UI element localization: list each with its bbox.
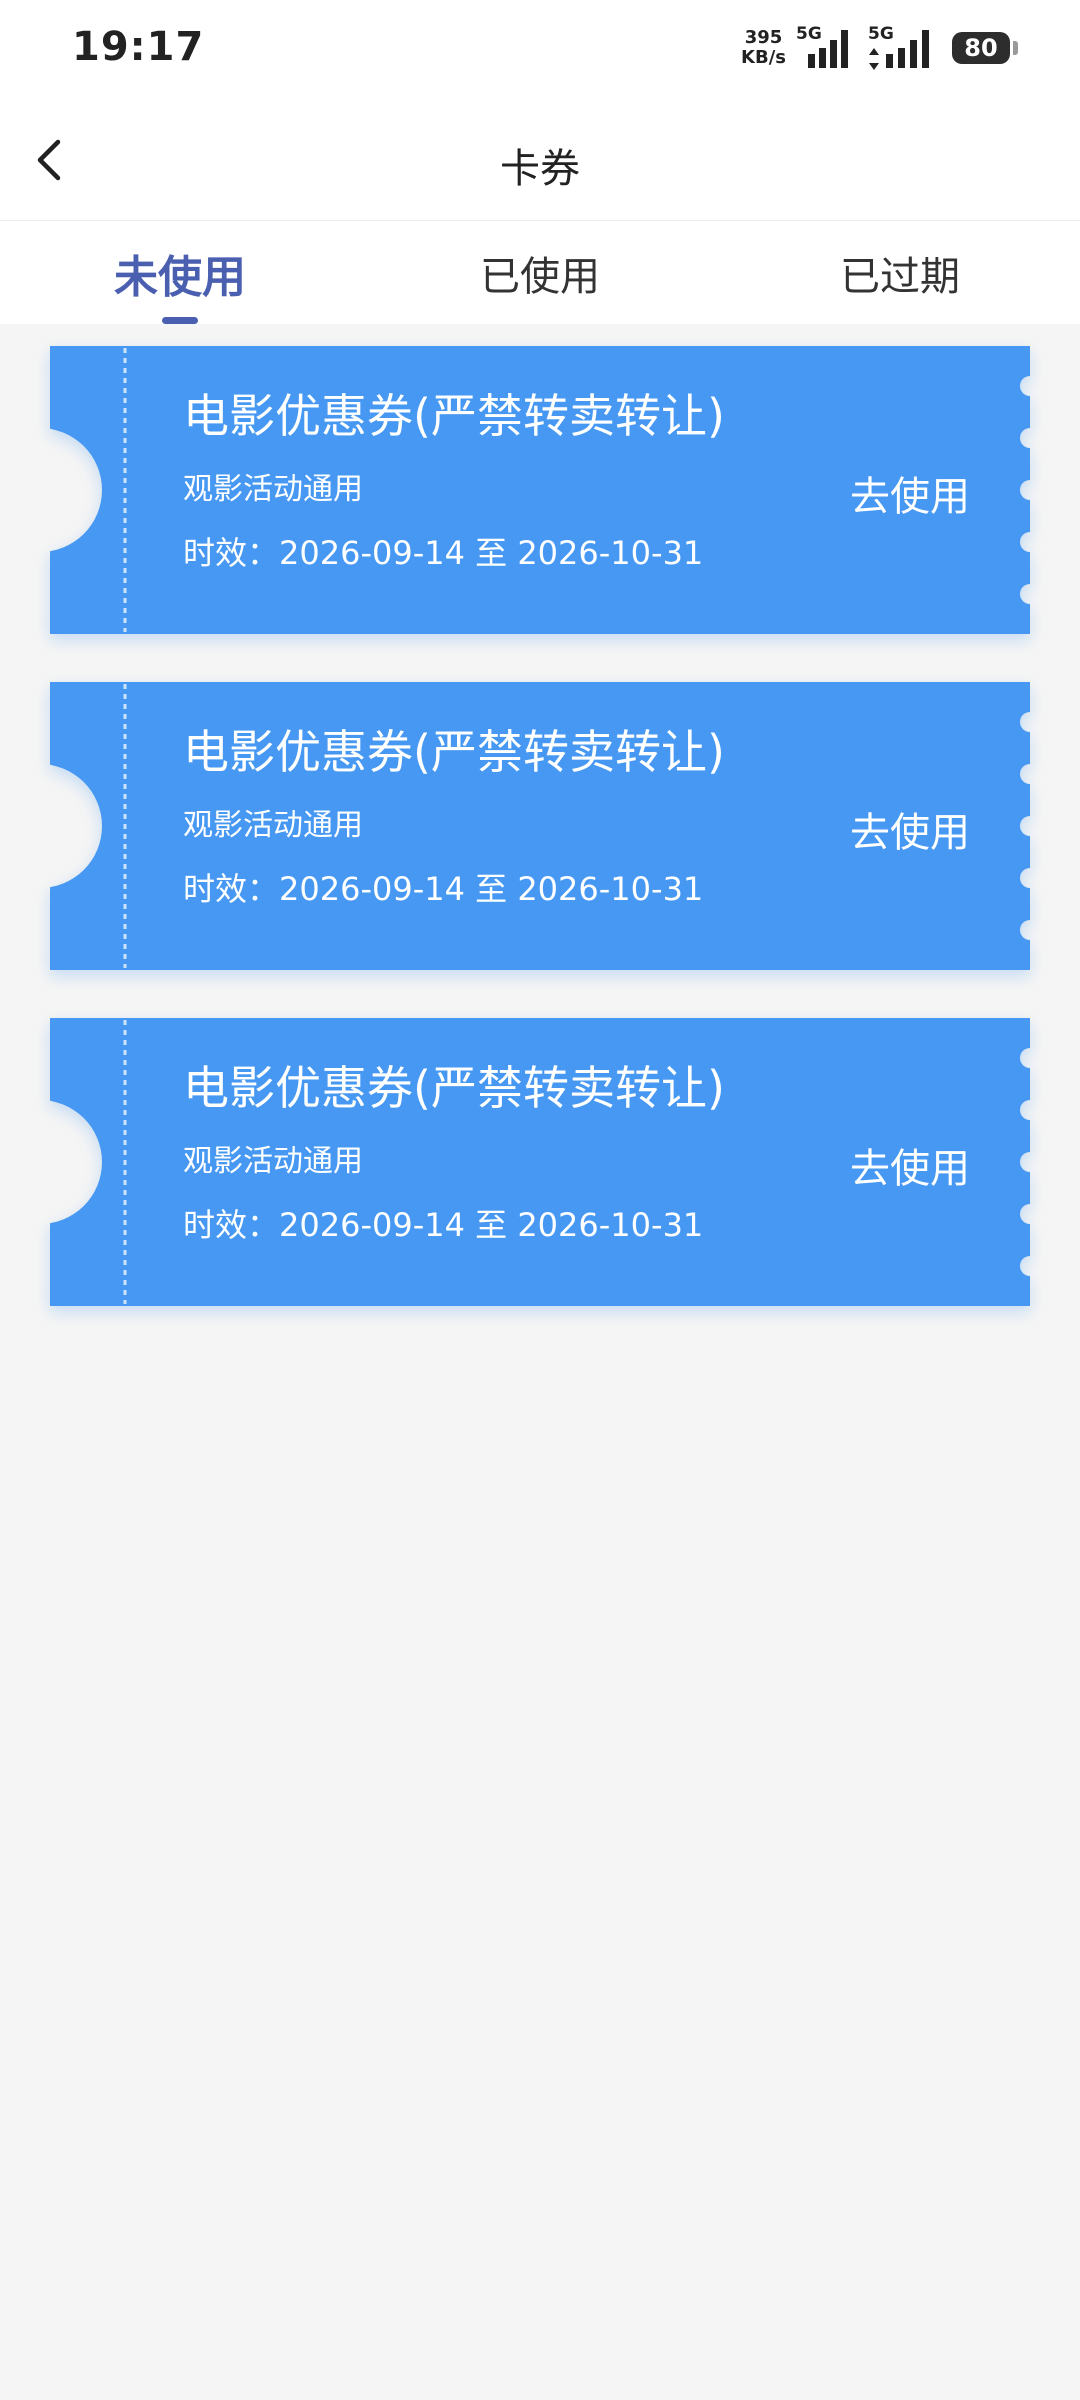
coupon-card[interactable]: 电影优惠券(严禁转卖转让) 观影活动通用 时效：2026-09-14 至 202… (50, 682, 1030, 970)
signal-strength-icon (886, 30, 929, 68)
active-tab-indicator (162, 317, 198, 324)
coupon-title: 电影优惠券(严禁转卖转让) (183, 1061, 725, 1115)
tab-label: 已使用 (480, 253, 600, 300)
page-title: 卡券 (500, 146, 580, 192)
coupon-card[interactable]: 电影优惠券(严禁转卖转让) 观影活动通用 时效：2026-09-14 至 202… (50, 346, 1030, 634)
network-speed-unit: KB/s (741, 47, 786, 68)
tab-expired[interactable]: 已过期 (720, 221, 1080, 324)
coupon-title: 电影优惠券(严禁转卖转让) (183, 389, 725, 443)
coupon-validity: 时效：2026-09-14 至 2026-10-31 (183, 870, 704, 908)
coupon-description: 观影活动通用 (183, 808, 363, 843)
signal-1: 5G (796, 24, 848, 70)
tab-used[interactable]: 已使用 (360, 221, 720, 324)
tab-bar: 未使用 已使用 已过期 (0, 221, 1080, 324)
coupon-validity: 时效：2026-09-14 至 2026-10-31 (183, 1206, 704, 1244)
battery-icon: 80 (952, 32, 1018, 64)
battery-level: 80 (964, 34, 998, 62)
app-header: 卡券 (0, 100, 1080, 221)
network-speed-value: 395 (744, 27, 783, 48)
status-time: 19:17 (72, 24, 205, 70)
data-transfer-icon (869, 48, 879, 70)
tab-label: 未使用 (114, 251, 246, 303)
tab-unused[interactable]: 未使用 (0, 221, 360, 324)
coupon-title: 电影优惠券(严禁转卖转让) (183, 725, 725, 779)
use-coupon-button[interactable]: 去使用 (850, 800, 970, 858)
signal-strength-icon (808, 30, 848, 68)
coupon-description: 观影活动通用 (183, 1144, 363, 1179)
use-coupon-button[interactable]: 去使用 (850, 1136, 970, 1194)
coupon-description: 观影活动通用 (183, 472, 363, 507)
status-indicators: 395 KB/s 5G 5G 80 (741, 24, 1018, 70)
coupon-card[interactable]: 电影优惠券(严禁转卖转让) 观影活动通用 时效：2026-09-14 至 202… (50, 1018, 1030, 1306)
tab-label: 已过期 (840, 253, 960, 300)
battery-tip (1013, 41, 1018, 55)
signal-2: 5G (868, 24, 934, 70)
network-speed: 395 KB/s (741, 28, 786, 68)
status-bar: 19:17 395 KB/s 5G 5G 80 (0, 0, 1080, 100)
use-coupon-button[interactable]: 去使用 (850, 464, 970, 522)
coupon-validity: 时效：2026-09-14 至 2026-10-31 (183, 534, 704, 572)
